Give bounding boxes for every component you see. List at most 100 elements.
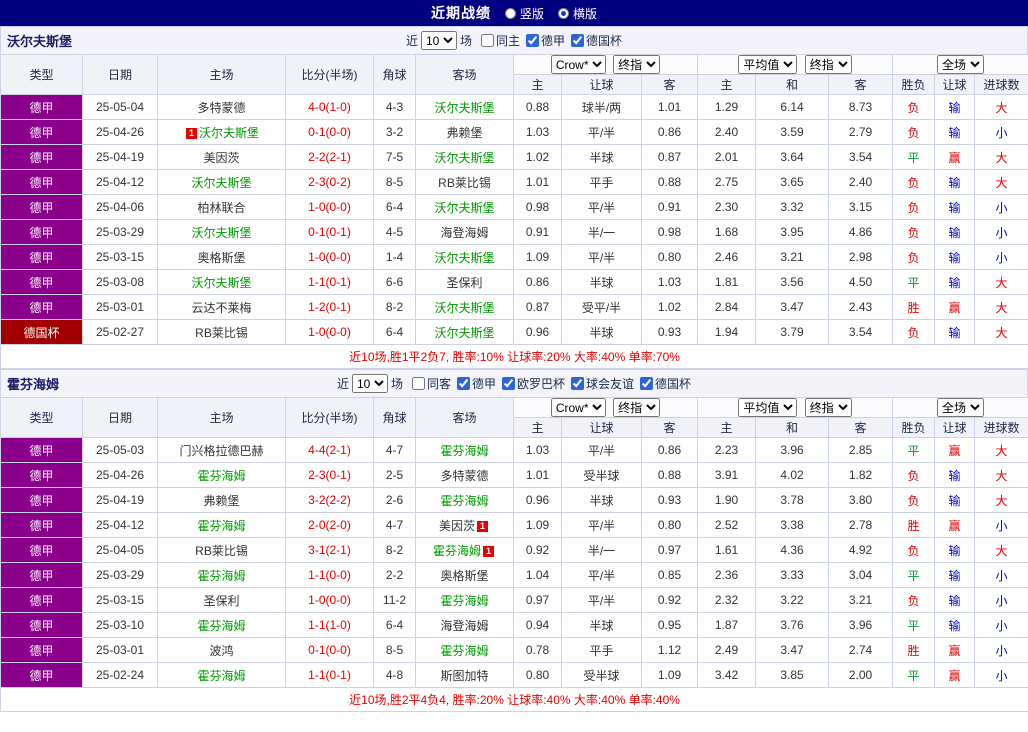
filter-checkbox-input[interactable] [480, 33, 494, 47]
ah-home-odds-cell: 0.92 [513, 537, 562, 563]
league-type-cell: 德甲 [0, 269, 83, 295]
league-type-cell: 德甲 [0, 512, 83, 538]
team-name-text: 沃尔夫斯堡 [198, 125, 259, 140]
eu-draw-odds-cell: 3.59 [755, 119, 830, 145]
filter-checkbox[interactable]: 德国杯 [640, 375, 691, 392]
eu-draw-odds-cell: 3.85 [755, 662, 830, 688]
col-eu-draw: 和 [755, 417, 830, 438]
date-cell: 25-04-06 [82, 194, 158, 220]
summary-row: 近10场,胜2平4负4, 胜率:20% 让球率:40% 大率:40% 单率:40… [0, 687, 1028, 712]
col-goals: 进球数 [974, 74, 1028, 95]
away-team-cell: 圣保利 [415, 269, 514, 295]
goals-result-cell: 小 [974, 194, 1028, 220]
away-team-cell: 霍芬海姆 [415, 637, 514, 663]
team-name-text: 霍芬海姆 [432, 543, 481, 558]
eu-home-odds-cell: 1.94 [697, 319, 757, 345]
score-cell: 1-2(0-1) [285, 294, 374, 320]
filter-checkbox-input[interactable] [640, 376, 654, 390]
team-name-text: 沃尔夫斯堡 [434, 250, 495, 265]
match-row: 德甲 25-05-04 多特蒙德 4-0(1-0) 4-3 沃尔夫斯堡 0.88 球半/两 1.… [0, 94, 1028, 120]
league-type-cell: 德甲 [0, 219, 83, 245]
filter-checkbox-input[interactable] [571, 376, 585, 390]
match-count-select[interactable]: 10 [420, 31, 457, 50]
ah-away-odds-cell: 0.97 [640, 537, 699, 563]
score-cell: 4-0(1-0) [285, 94, 374, 120]
match-count-select[interactable]: 10 [351, 374, 388, 393]
home-team-cell: 波鸿 [157, 637, 286, 663]
filter-checkbox[interactable]: 德国杯 [571, 32, 622, 49]
eu-home-odds-cell: 1.90 [697, 487, 757, 513]
league-type-cell: 德甲 [0, 462, 83, 488]
filter-checkbox[interactable]: 同客 [411, 375, 451, 392]
filter-checkbox-input[interactable] [526, 33, 539, 47]
eu-draw-odds-cell: 3.96 [755, 437, 830, 463]
league-type-cell: 德甲 [0, 537, 83, 563]
eu-draw-odds-cell: 3.64 [755, 144, 830, 170]
radio-horizontal[interactable]: 横版 [558, 5, 597, 22]
radio-horizontal-icon[interactable] [558, 7, 569, 19]
radio-vertical-icon[interactable] [504, 7, 516, 19]
filter-checkbox[interactable]: 欧罗巴杯 [502, 375, 565, 392]
filter-checkbox-input[interactable] [411, 376, 425, 390]
filter-checkbox-input[interactable] [456, 376, 470, 390]
corner-cell: 8-2 [373, 537, 416, 563]
ah-final-select[interactable]: 终指 [613, 398, 661, 417]
away-team-cell: 沃尔夫斯堡 [415, 144, 514, 170]
match-row: 德甲 25-04-26 1 沃尔夫斯堡 0-1(0-0) 3-2 弗赖堡 1.03 平/半 0.8… [0, 119, 1028, 145]
eu-final-select[interactable]: 终指 [804, 55, 852, 74]
radio-vertical[interactable]: 竖版 [504, 5, 544, 22]
filter-checkbox[interactable]: 德甲 [456, 375, 496, 392]
ah-final-select[interactable]: 终指 [613, 55, 661, 74]
league-type-cell: 德甲 [0, 562, 83, 588]
fulltime-select[interactable]: 全场 [937, 55, 985, 74]
score-cell: 0-1(0-1) [285, 219, 374, 245]
filter-checkbox[interactable]: 球会友谊 [571, 375, 634, 392]
ah-home-odds-cell: 0.91 [513, 219, 562, 245]
ah-away-odds-cell: 0.80 [640, 244, 699, 270]
team-name-text: 沃尔夫斯堡 [434, 325, 495, 340]
handicap-result-cell: 输 [934, 319, 976, 345]
eu-away-odds-cell: 3.54 [828, 319, 894, 345]
away-team-cell: RB莱比锡 [415, 169, 514, 195]
match-row: 德甲 25-03-10 霍芬海姆 1-1(1-0) 6-4 海登海姆 0.94 半球 0.95 1… [0, 612, 1028, 638]
filter-checkbox-group: 同主 德甲 德国杯 [475, 32, 622, 50]
team-name-text: 美因茨 [203, 150, 240, 165]
ah-home-odds-cell: 1.01 [513, 462, 562, 488]
eu-away-odds-cell: 2.74 [828, 637, 894, 663]
filter-checkbox-input[interactable] [502, 376, 515, 390]
ah-line-cell: 平/半 [561, 512, 642, 538]
col-ah-home: 主 [513, 417, 562, 438]
score-cell: 4-4(2-1) [285, 437, 374, 463]
home-team-cell: RB莱比锡 [157, 319, 286, 345]
team-name-text: 波鸿 [209, 643, 234, 658]
col-eu-home: 主 [697, 74, 757, 95]
result-cell: 胜 [892, 294, 936, 320]
team-name-text: 门兴格拉德巴赫 [179, 443, 264, 458]
home-team-cell: 奥格斯堡 [157, 244, 286, 270]
fulltime-select[interactable]: 全场 [937, 398, 985, 417]
result-cell: 负 [892, 94, 936, 120]
away-team-cell: 沃尔夫斯堡 [415, 319, 514, 345]
filter-checkbox-input[interactable] [571, 33, 585, 47]
team-name-text: RB莱比锡 [438, 175, 491, 190]
bookmaker-select[interactable]: Crow* [550, 55, 606, 74]
eu-final-select[interactable]: 终指 [804, 398, 852, 417]
average-select[interactable]: 平均值 [738, 55, 798, 74]
filter-bar: 近 10 场 同主 德甲 德国杯 [406, 31, 622, 50]
goals-result-cell: 小 [974, 612, 1028, 638]
bookmaker-select[interactable]: Crow* [550, 398, 606, 417]
eu-draw-odds-cell: 3.22 [755, 587, 830, 613]
match-row: 德甲 25-04-19 美因茨 2-2(2-1) 7-5 沃尔夫斯堡 1.02 半球 0.87 2… [0, 144, 1028, 170]
result-cell: 平 [892, 612, 936, 638]
date-cell: 25-03-29 [82, 562, 158, 588]
average-select[interactable]: 平均值 [738, 398, 798, 417]
result-cell: 胜 [892, 512, 936, 538]
result-cell: 负 [892, 319, 936, 345]
corner-cell: 8-5 [373, 637, 416, 663]
filter-checkbox[interactable]: 同主 [480, 32, 520, 49]
near-label: 近 [405, 34, 418, 48]
filter-checkbox[interactable]: 德甲 [526, 32, 565, 49]
result-cell: 负 [892, 119, 936, 145]
away-team-cell: 霍芬海姆 [415, 437, 514, 463]
col-eu-away: 客 [828, 417, 894, 438]
